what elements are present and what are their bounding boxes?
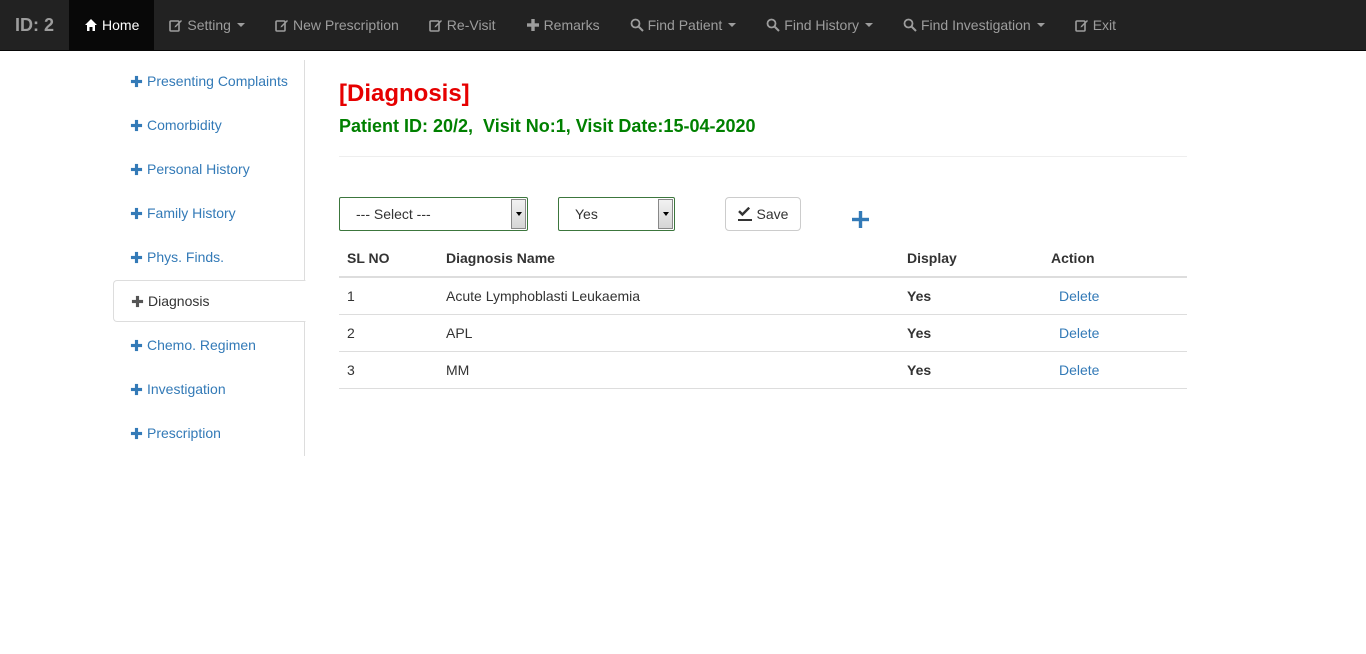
cell-diagnosis-name: Acute Lymphoblasti Leukaemia	[438, 277, 899, 315]
search-icon	[903, 18, 917, 32]
display-select[interactable]: Yes	[558, 197, 675, 231]
nav-find-history-label: Find History	[784, 17, 859, 33]
chevron-down-icon	[864, 23, 873, 27]
brand-id[interactable]: ID: 2	[0, 0, 69, 50]
sidebar-item-prescription[interactable]: Prescription	[113, 412, 305, 454]
plus-icon	[130, 294, 144, 308]
nav-remarks[interactable]: Remarks	[511, 0, 615, 50]
edit-icon	[1074, 18, 1089, 32]
plus-icon	[129, 250, 143, 264]
diagnosis-table: SL NO Diagnosis Name Display Action 1 Ac…	[339, 239, 1187, 389]
nav-remarks-label: Remarks	[543, 17, 600, 33]
chevron-down-icon	[511, 199, 526, 229]
nav-new-prescription[interactable]: New Prescription	[260, 0, 414, 50]
plus-icon	[129, 162, 143, 176]
table-header-row: SL NO Diagnosis Name Display Action	[339, 239, 1187, 278]
cell-sl-no: 3	[339, 351, 438, 389]
plus-icon	[851, 210, 869, 228]
sidebar-item-personal-history[interactable]: Personal History	[113, 148, 305, 190]
nav-exit[interactable]: Exit	[1060, 0, 1131, 50]
chevron-down-icon	[658, 199, 673, 229]
sidebar-item-comorbidity[interactable]: Comorbidity	[113, 104, 305, 146]
sidebar-item-label: Diagnosis	[148, 293, 210, 309]
cell-display: Yes	[899, 277, 1043, 315]
cell-action: Delete	[1043, 351, 1187, 389]
sidebar-item-label: Prescription	[147, 425, 221, 441]
divider	[339, 156, 1187, 157]
table-row: 2 APL Yes Delete	[339, 314, 1187, 352]
delete-link[interactable]: Delete	[1051, 362, 1099, 378]
sidebar-item-label: Investigation	[147, 381, 226, 397]
column-header-action: Action	[1043, 239, 1187, 278]
nav-home[interactable]: Home	[69, 0, 155, 50]
nav-new-prescription-label: New Prescription	[292, 17, 399, 33]
plus-icon	[129, 382, 143, 396]
nav-find-patient[interactable]: Find Patient	[615, 0, 752, 50]
page-title: [Diagnosis]	[339, 80, 470, 107]
delete-link[interactable]: Delete	[1051, 288, 1099, 304]
column-header-sl-no: SL NO	[339, 239, 438, 278]
nav-find-patient-label: Find Patient	[647, 17, 723, 33]
plus-icon	[129, 206, 143, 220]
table-row: 1 Acute Lymphoblasti Leukaemia Yes Delet…	[339, 277, 1187, 315]
nav-re-visit-label: Re-Visit	[446, 17, 496, 33]
sidebar-item-presenting-complaints[interactable]: Presenting Complaints	[113, 60, 305, 102]
nav-find-history[interactable]: Find History	[751, 0, 888, 50]
sidebar-item-chemo-regimen[interactable]: Chemo. Regimen	[113, 324, 305, 366]
sidebar-item-label: Chemo. Regimen	[147, 337, 256, 353]
diagnosis-select[interactable]: --- Select ---	[339, 197, 528, 231]
nav-setting-label: Setting	[187, 17, 231, 33]
column-header-diagnosis-name: Diagnosis Name	[438, 239, 899, 278]
sidebar-item-label: Phys. Finds.	[147, 249, 225, 265]
sidebar-item-label: Family History	[147, 205, 236, 221]
sidebar-item-phys-finds[interactable]: Phys. Finds.	[113, 236, 305, 278]
nav-setting[interactable]: Setting	[154, 0, 260, 50]
edit-icon	[275, 18, 289, 32]
cell-diagnosis-name: MM	[438, 351, 899, 389]
plus-icon	[526, 18, 540, 32]
display-select-value: Yes	[575, 206, 598, 222]
sidebar-item-label: Presenting Complaints	[147, 73, 288, 89]
sidebar: Presenting Complaints Comorbidity Person…	[113, 60, 306, 456]
add-row-button[interactable]	[849, 208, 871, 230]
plus-icon	[129, 74, 143, 88]
edit-icon	[428, 18, 443, 32]
nav-home-label: Home	[102, 17, 140, 33]
column-header-display: Display	[899, 239, 1043, 278]
search-icon	[630, 18, 644, 32]
cell-display: Yes	[899, 351, 1043, 389]
nav-find-investigation-label: Find Investigation	[920, 17, 1031, 33]
nav-exit-label: Exit	[1092, 17, 1117, 33]
plus-icon	[129, 338, 143, 352]
cell-diagnosis-name: APL	[438, 314, 899, 352]
chevron-down-icon	[1036, 23, 1045, 27]
plus-icon	[129, 426, 143, 440]
sidebar-item-label: Personal History	[147, 161, 250, 177]
top-navbar: ID: 2 Home Setting New Prescription Re-V…	[0, 0, 1366, 51]
check-save-icon	[737, 207, 752, 221]
cell-action: Delete	[1043, 314, 1187, 352]
table-row: 3 MM Yes Delete	[339, 351, 1187, 389]
chevron-down-icon	[236, 23, 245, 27]
visit-info: Patient ID: 20/2, Visit No:1, Visit Date…	[339, 116, 756, 136]
cell-sl-no: 2	[339, 314, 438, 352]
nav-find-investigation[interactable]: Find Investigation	[888, 0, 1060, 50]
cell-action: Delete	[1043, 277, 1187, 315]
chevron-down-icon	[728, 23, 737, 27]
edit-icon	[169, 18, 183, 32]
delete-link[interactable]: Delete	[1051, 325, 1099, 341]
sidebar-item-diagnosis[interactable]: Diagnosis	[113, 280, 306, 322]
sidebar-item-label: Comorbidity	[147, 117, 222, 133]
search-icon	[766, 18, 781, 32]
save-button[interactable]: Save	[725, 197, 801, 231]
cell-sl-no: 1	[339, 277, 438, 315]
nav-re-visit[interactable]: Re-Visit	[414, 0, 511, 50]
home-icon	[84, 18, 98, 32]
save-button-label: Save	[756, 206, 789, 222]
cell-display: Yes	[899, 314, 1043, 352]
sidebar-item-investigation[interactable]: Investigation	[113, 368, 305, 410]
diagnosis-select-value: --- Select ---	[356, 206, 431, 222]
plus-icon	[129, 118, 143, 132]
sidebar-item-family-history[interactable]: Family History	[113, 192, 305, 234]
